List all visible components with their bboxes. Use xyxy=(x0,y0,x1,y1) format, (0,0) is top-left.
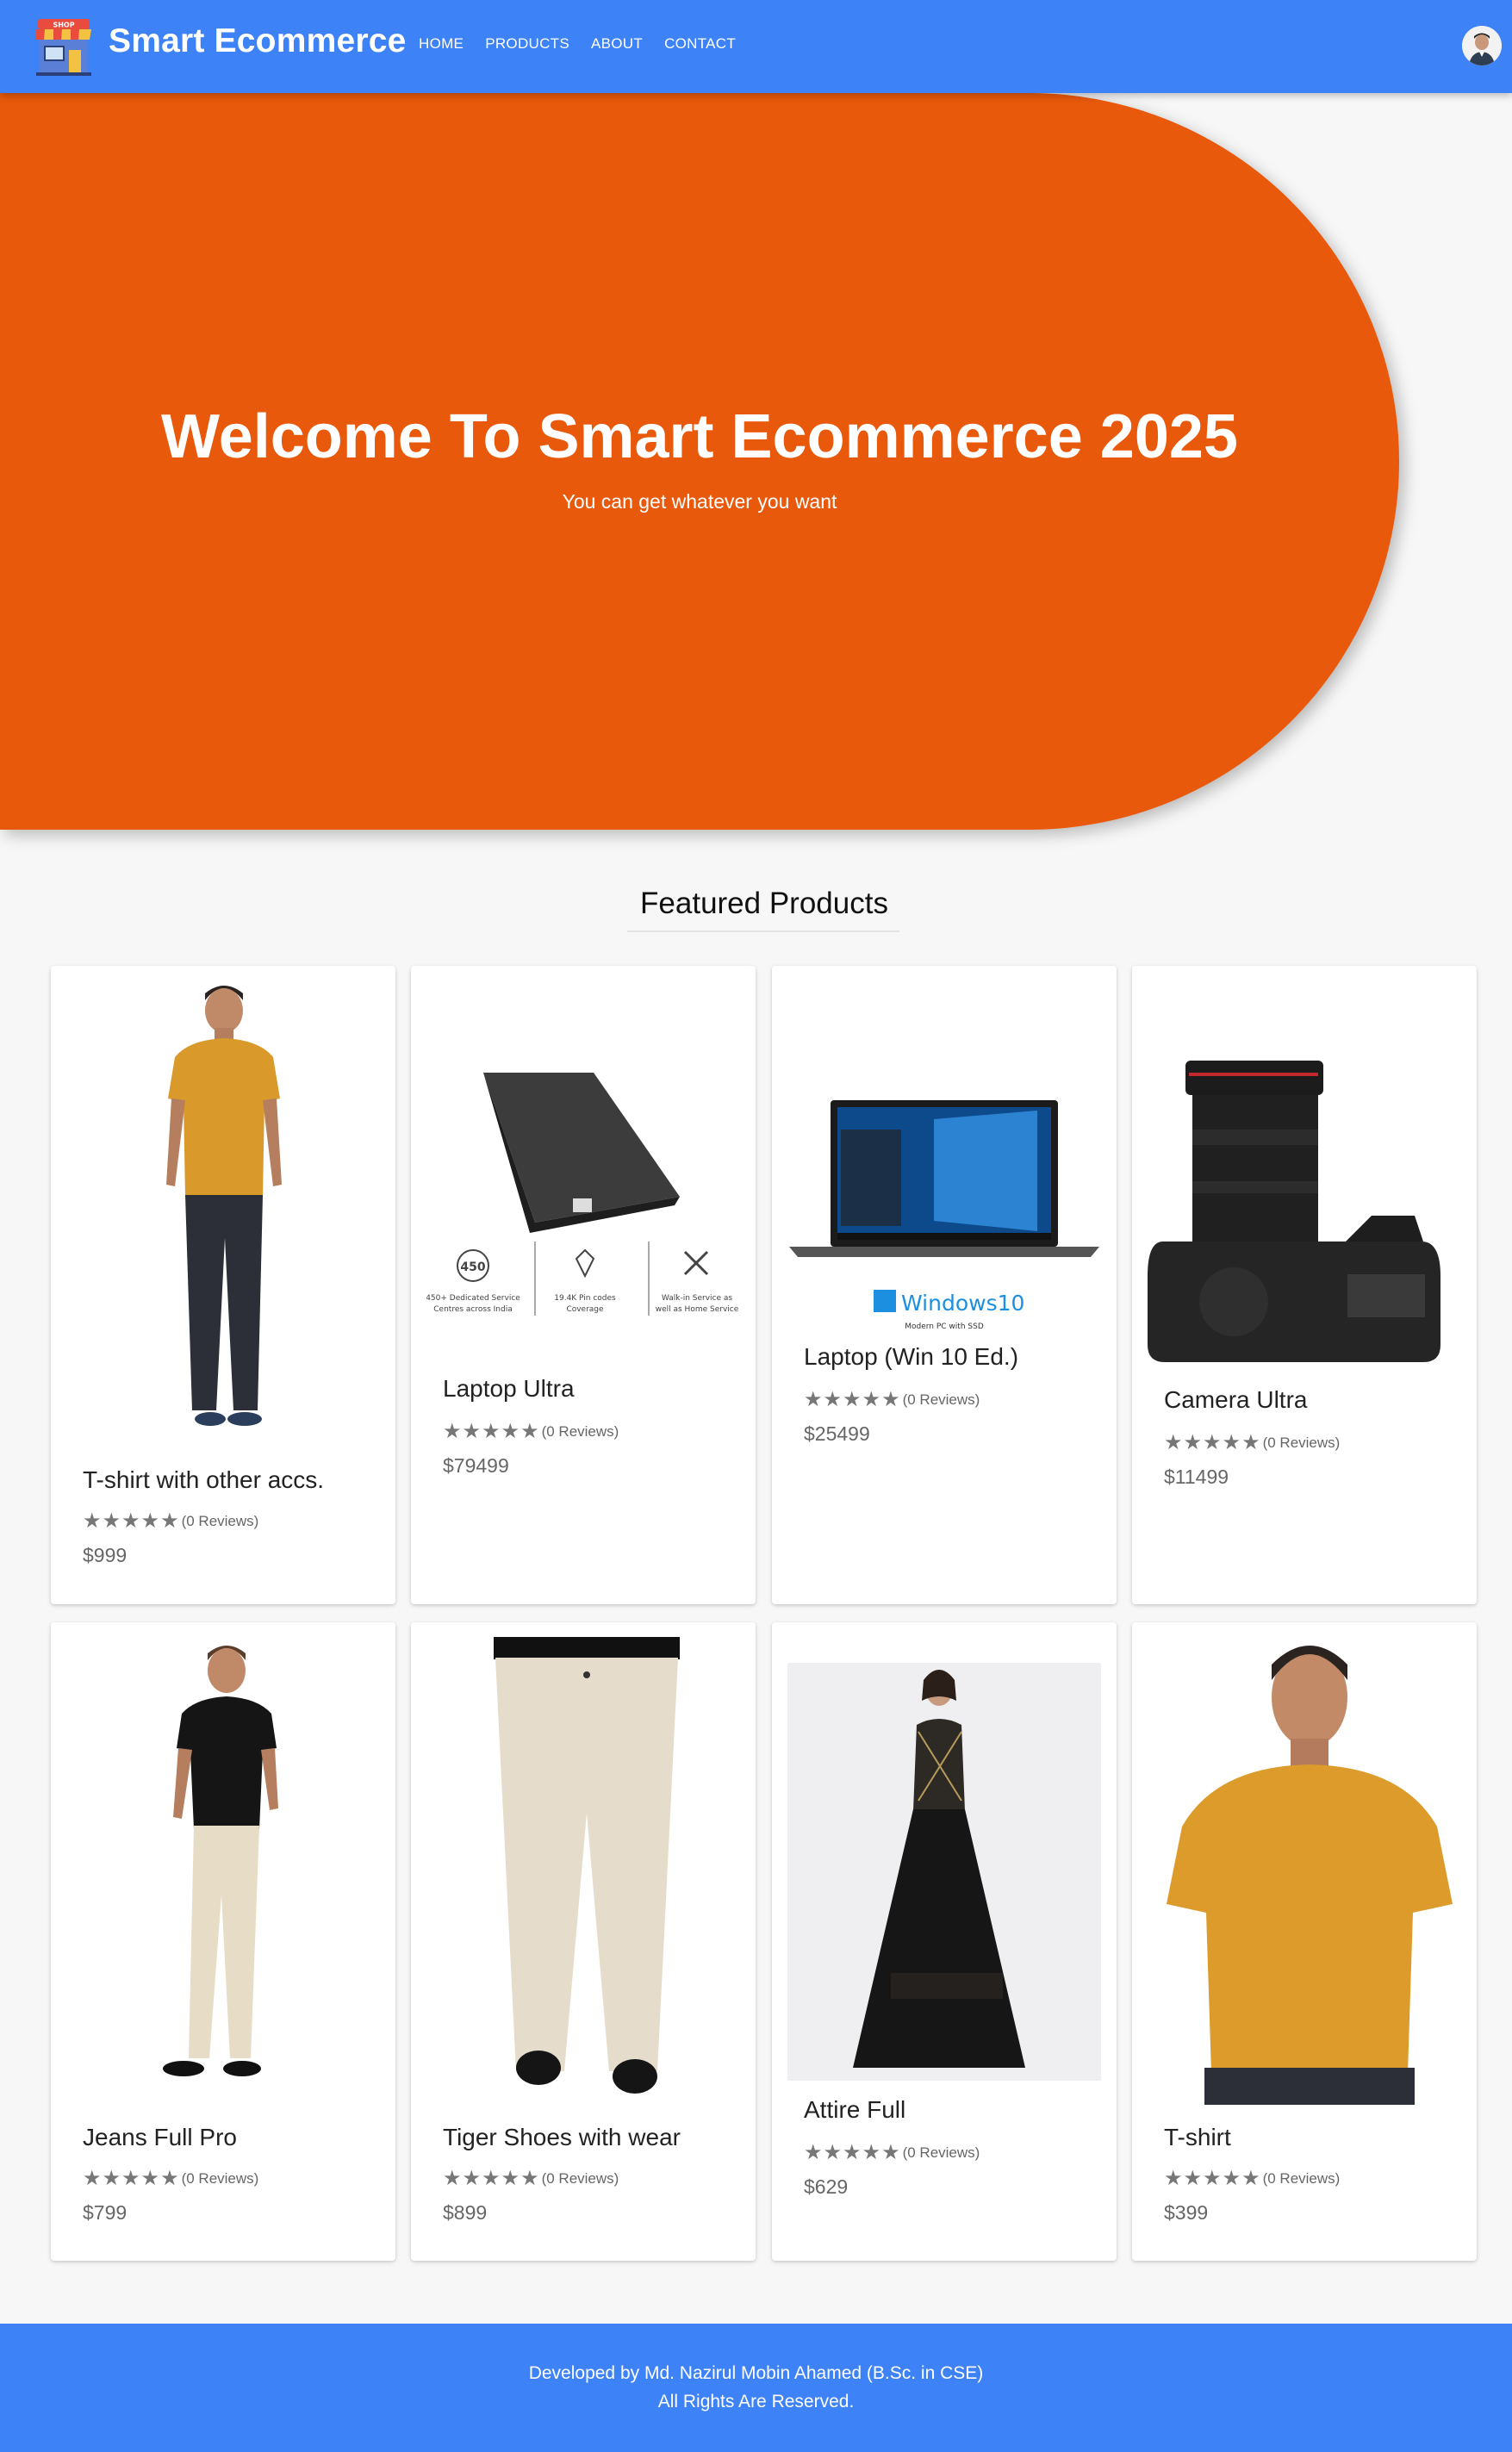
product-card[interactable]: 450 450+ Dedicated Service Centres acros… xyxy=(411,966,756,1604)
product-image-camera[interactable] xyxy=(1148,1052,1461,1366)
footer-credit: Developed by Md. Nazirul Mobin Ahamed (B… xyxy=(528,2363,984,2383)
product-rating: ★★★★★ (0 Reviews) xyxy=(804,1387,980,1412)
product-price: $11499 xyxy=(1164,1466,1229,1488)
product-card[interactable]: T-shirt with other accs. ★★★★★ (0 Review… xyxy=(51,966,395,1604)
hero-subtitle: You can get whatever you want xyxy=(562,490,837,513)
windows-logo-text: Windows10 xyxy=(901,1291,1024,1316)
product-name[interactable]: Jeans Full Pro xyxy=(83,2124,237,2151)
laptop-badge-text: 19.4K Pin codes xyxy=(554,1294,616,1303)
product-price: $25499 xyxy=(804,1422,870,1445)
product-price: $629 xyxy=(804,2175,849,2198)
product-rating: ★★★★★ (0 Reviews) xyxy=(83,2166,258,2191)
rating-stars-icon: ★★★★★ xyxy=(1164,1431,1261,1454)
rating-stars-icon: ★★★★★ xyxy=(83,2167,180,2190)
laptop-badge-text: Centres across India xyxy=(433,1305,512,1314)
product-price: $999 xyxy=(83,1544,128,1566)
review-count: (0 Reviews) xyxy=(1262,2169,1341,2187)
review-count: (0 Reviews) xyxy=(902,1391,980,1408)
product-image-beige-pants[interactable] xyxy=(426,1637,740,2105)
product-rating: ★★★★★ (0 Reviews) xyxy=(443,2166,619,2191)
brand-name[interactable]: Smart Ecommerce xyxy=(109,22,407,60)
product-image-laptop-ultra[interactable]: 450 450+ Dedicated Service Centres acros… xyxy=(426,1061,740,1362)
review-count: (0 Reviews) xyxy=(181,1512,259,1529)
laptop-badge-450: 450 xyxy=(460,1260,485,1274)
product-name[interactable]: Laptop Ultra xyxy=(443,1375,575,1403)
hero-title: Welcome To Smart Ecommerce 2025 xyxy=(161,402,1238,471)
shop-logo-icon[interactable]: SHOP xyxy=(33,16,95,78)
laptop-badge-text: Coverage xyxy=(566,1305,604,1314)
product-name[interactable]: Camera Ultra xyxy=(1164,1386,1307,1414)
rating-stars-icon: ★★★★★ xyxy=(443,1420,540,1443)
laptop-badge-text: 450+ Dedicated Service xyxy=(426,1294,520,1303)
product-image-attire-dress[interactable] xyxy=(787,1663,1101,2081)
product-price: $799 xyxy=(83,2201,128,2224)
product-price: $399 xyxy=(1164,2201,1209,2224)
review-count: (0 Reviews) xyxy=(541,2169,619,2187)
nav-products-link[interactable]: PRODUCTS xyxy=(485,35,569,53)
product-name[interactable]: T-shirt with other accs. xyxy=(83,1466,324,1494)
hero-banner: Welcome To Smart Ecommerce 2025 You can … xyxy=(0,93,1399,830)
rating-stars-icon: ★★★★★ xyxy=(443,2167,540,2190)
product-name[interactable]: Laptop (Win 10 Ed.) xyxy=(804,1343,1018,1371)
review-count: (0 Reviews) xyxy=(181,2169,259,2187)
title-divider xyxy=(627,930,899,932)
logo-text: SHOP xyxy=(53,22,74,29)
footer-rights: All Rights Are Reserved. xyxy=(657,2392,855,2412)
rating-stars-icon: ★★★★★ xyxy=(83,1509,180,1533)
navbar: SHOP Smart Ecommerce HOME PRODUCTS ABOUT… xyxy=(0,0,1512,93)
product-card[interactable]: Tiger Shoes with wear ★★★★★ (0 Reviews) … xyxy=(411,1622,756,2261)
rating-stars-icon: ★★★★★ xyxy=(1164,2167,1261,2190)
product-card[interactable]: Attire Full ★★★★★ (0 Reviews) $629 xyxy=(772,1622,1117,2261)
user-avatar[interactable] xyxy=(1462,26,1502,65)
product-image-yellow-tshirt-closeup[interactable] xyxy=(1148,1637,1461,2105)
product-rating: ★★★★★ (0 Reviews) xyxy=(443,1419,619,1444)
product-rating: ★★★★★ (0 Reviews) xyxy=(804,2140,980,2165)
product-price: $899 xyxy=(443,2201,488,2224)
product-price: $79499 xyxy=(443,1454,509,1477)
review-count: (0 Reviews) xyxy=(541,1422,619,1440)
featured-title: Featured Products xyxy=(640,887,888,920)
product-name[interactable]: T-shirt xyxy=(1164,2124,1231,2151)
product-card[interactable]: Jeans Full Pro ★★★★★ (0 Reviews) $799 xyxy=(51,1622,395,2261)
product-image-laptop-win10[interactable]: Windows10 Modern PC with SSD xyxy=(787,1095,1101,1332)
review-count: (0 Reviews) xyxy=(1262,1434,1341,1451)
review-count: (0 Reviews) xyxy=(902,2144,980,2161)
nav-contact-link[interactable]: CONTACT xyxy=(664,35,736,53)
laptop-badge-text: well as Home Service xyxy=(656,1305,739,1314)
nav-links: HOME PRODUCTS ABOUT CONTACT xyxy=(419,35,757,53)
product-card[interactable]: T-shirt ★★★★★ (0 Reviews) $399 xyxy=(1132,1622,1477,2261)
product-rating: ★★★★★ (0 Reviews) xyxy=(1164,2166,1340,2191)
rating-stars-icon: ★★★★★ xyxy=(804,1388,901,1411)
product-name[interactable]: Tiger Shoes with wear xyxy=(443,2124,681,2151)
product-card[interactable]: Camera Ultra ★★★★★ (0 Reviews) $11499 xyxy=(1132,966,1477,1604)
product-name[interactable]: Attire Full xyxy=(804,2096,905,2124)
rating-stars-icon: ★★★★★ xyxy=(804,2141,901,2164)
windows-tagline: Modern PC with SSD xyxy=(905,1322,984,1331)
product-image-man-yellow-polo[interactable] xyxy=(66,974,380,1453)
product-card[interactable]: Windows10 Modern PC with SSD Laptop (Win… xyxy=(772,966,1117,1604)
nav-about-link[interactable]: ABOUT xyxy=(591,35,643,53)
product-image-man-black-polo[interactable] xyxy=(66,1631,380,2099)
laptop-badge-text: Walk-in Service as xyxy=(662,1294,733,1303)
product-rating: ★★★★★ (0 Reviews) xyxy=(83,1509,258,1534)
nav-home-link[interactable]: HOME xyxy=(419,35,464,53)
product-rating: ★★★★★ (0 Reviews) xyxy=(1164,1430,1340,1455)
footer: Developed by Md. Nazirul Mobin Ahamed (B… xyxy=(0,2324,1512,2452)
